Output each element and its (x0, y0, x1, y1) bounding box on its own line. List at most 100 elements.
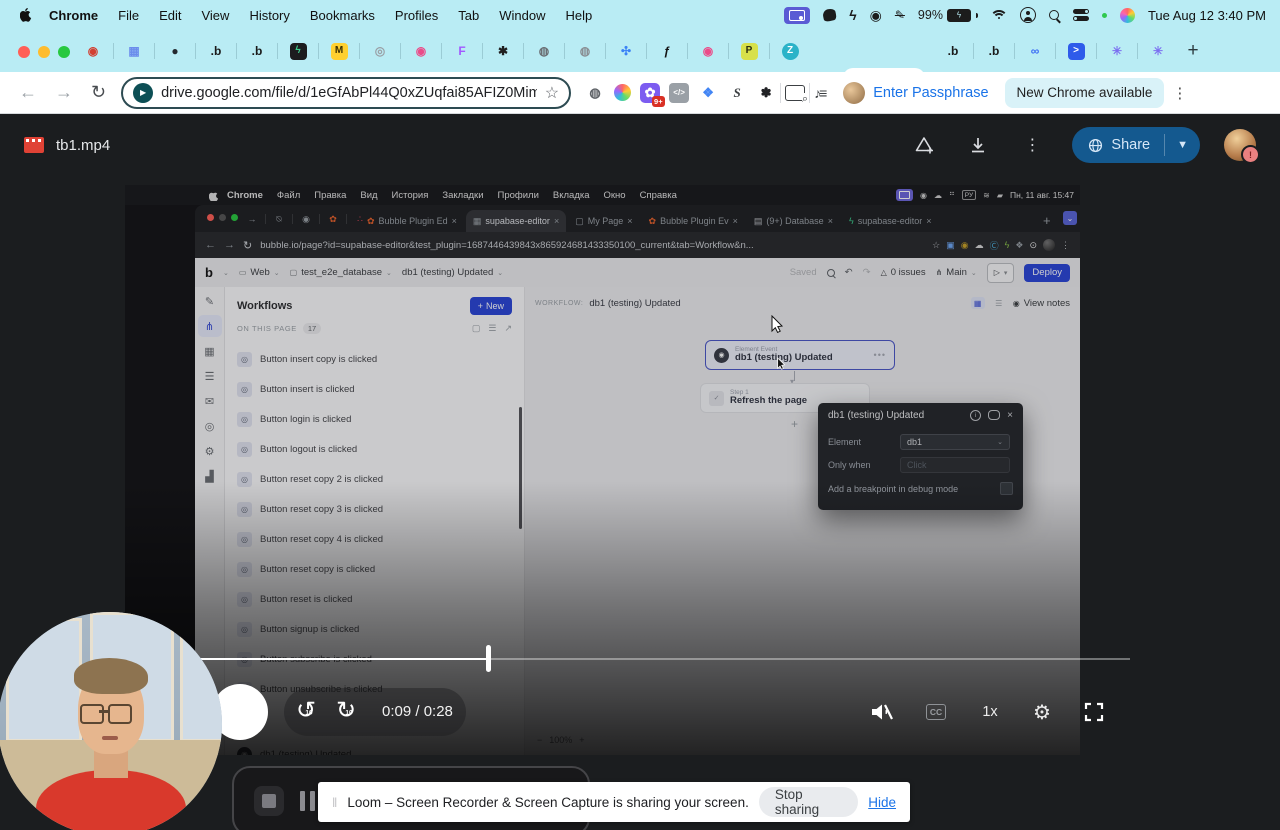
reading-list-icon[interactable]: ♪≡ (814, 85, 827, 101)
p-badge-tab[interactable]: P (734, 36, 764, 66)
inner-menu-item[interactable]: Окно (597, 190, 633, 201)
menu-item-view[interactable]: View (191, 8, 239, 23)
workflow-list-item[interactable]: ◎ Button reset copy 4 is clicked (225, 524, 524, 554)
inner-tab-close-icon[interactable]: × (554, 216, 559, 226)
event-node[interactable]: ◉ Element Event db1 (testing) Updated ••… (705, 340, 895, 370)
download-icon[interactable] (958, 125, 998, 165)
workflow-icon[interactable]: ⋔ (197, 315, 222, 337)
new-workflow-button[interactable]: + New (469, 297, 512, 315)
miro-tab[interactable]: M (324, 36, 354, 66)
menu-item-bookmarks[interactable]: Bookmarks (300, 8, 385, 23)
stop-recording-button[interactable] (254, 786, 284, 816)
webcam-overlay[interactable] (0, 612, 222, 830)
chrome-menu-icon[interactable]: ⋮ (1172, 84, 1187, 102)
inner-close-button[interactable] (207, 214, 214, 221)
zapier-tab[interactable]: Z (775, 36, 805, 66)
screen-search-icon[interactable] (785, 84, 809, 106)
kangaroo-app-icon[interactable] (822, 7, 838, 23)
workflow-list-item[interactable]: ◎ Button logout is clicked (225, 434, 524, 464)
inner-url-text[interactable]: bubble.io/page?id=supabase-editor&test_p… (260, 240, 924, 251)
inner-menu-item[interactable]: Справка (633, 190, 684, 201)
add-step-icon[interactable]: + (791, 417, 798, 431)
issues-indicator[interactable]: △ 0 issues (881, 267, 926, 278)
workflow-list-item[interactable]: ◎ Button reset copy is clicked (225, 554, 524, 584)
inner-tab[interactable]: ▤ (9+) Database × (747, 210, 840, 232)
asterisk-tab-2[interactable]: ✳ (1143, 36, 1173, 66)
video-frame[interactable]: Chrome Файл Правка Вид История Закладки Профил… (125, 185, 1080, 755)
inner-menu-item[interactable]: Chrome (220, 190, 270, 201)
inner-menu-item[interactable]: Файл (270, 190, 307, 201)
info-icon[interactable]: i (970, 409, 982, 421)
github-tab[interactable]: ● (160, 36, 190, 66)
progress-handle[interactable] (486, 645, 491, 672)
bolt-icon[interactable]: ϟ (849, 7, 856, 23)
canvas-zoom-control[interactable]: − 100% + (537, 735, 585, 745)
rainbow-ext-icon[interactable] (614, 84, 632, 101)
node-more-icon[interactable]: ••• (874, 350, 886, 360)
settings-icon[interactable]: ⚙ (198, 440, 222, 462)
bubble-tab[interactable]: .b (201, 36, 231, 66)
event-properties-popup[interactable]: db1 (testing) Updated i × Element db1⌄ (818, 403, 1023, 510)
supabase-tab[interactable]: ϟ (283, 36, 313, 66)
code-ext-icon[interactable]: </> (669, 82, 690, 103)
zoom-in-icon[interactable]: + (579, 735, 584, 745)
rewind-10-button[interactable]: ↺ 10 (296, 698, 322, 724)
workflow-list-item[interactable]: ◎ Button reset is clicked (225, 584, 524, 614)
code-tab[interactable]: > (1061, 36, 1091, 66)
inner-menu-item[interactable]: Вкладка (546, 190, 597, 201)
workflow-list-item[interactable]: ◎ Button reset copy 2 is clicked (225, 464, 524, 494)
zoom-out-icon[interactable]: − (537, 735, 542, 745)
control-center-icon[interactable] (1072, 8, 1089, 22)
preview-button[interactable]: ▷ ▾ (986, 262, 1015, 283)
inner-tab-close-icon[interactable]: × (452, 216, 457, 226)
fullscreen-icon[interactable] (1080, 698, 1108, 726)
inner-pinned-tab[interactable]: → (241, 214, 263, 224)
menu-item-help[interactable]: Help (556, 8, 603, 23)
back-button[interactable]: ← (10, 82, 46, 103)
breakpoint-checkbox[interactable] (1000, 482, 1013, 495)
spotlight-icon[interactable] (1048, 9, 1060, 21)
grid-view-icon[interactable]: ▦ (970, 297, 985, 309)
account-avatar[interactable]: ! (1224, 129, 1260, 164)
pause-recording-button[interactable] (300, 791, 315, 811)
panel-icons[interactable]: ▢ ☰ ↗ (472, 323, 512, 334)
playback-speed-button[interactable]: 1x (976, 698, 1004, 726)
inner-tab[interactable]: ▦ supabase-editor × (465, 210, 567, 232)
chat-icon[interactable]: ✉ (198, 390, 222, 412)
wifi-icon[interactable] (989, 9, 1008, 21)
bubble-tab-3[interactable]: .b (938, 36, 968, 66)
inner-tab-search-icon[interactable]: ⌄ (1063, 211, 1077, 225)
chip-tab[interactable]: ▦ (119, 36, 149, 66)
pencil-off-icon[interactable]: ✎ (895, 8, 905, 22)
env-dropdown[interactable]: ▭ Web ⌄ (239, 267, 280, 278)
bubble-logo[interactable]: b (205, 265, 213, 280)
enter-passphrase-button[interactable]: Enter Passphrase (843, 81, 989, 104)
inner-menu-item[interactable]: Профили (491, 190, 546, 201)
menu-item-history[interactable]: History (239, 8, 299, 23)
inner-tab[interactable]: ✿ Bubble Plugin Ed × (360, 210, 464, 232)
undo-icon[interactable]: ↶ (845, 267, 853, 278)
meta-tab[interactable]: ∞ (1020, 36, 1050, 66)
menu-item-edit[interactable]: Edit (149, 8, 191, 23)
bubble-tab-4[interactable]: .b (979, 36, 1009, 66)
inner-menu-item[interactable]: Вид (353, 190, 384, 201)
inner-tab-close-icon[interactable]: × (828, 216, 833, 226)
inner-new-tab-button[interactable]: + (1043, 213, 1051, 228)
bookmark-star-icon[interactable]: ☆ (545, 83, 559, 103)
gpt-ext-icon[interactable]: ✽ (756, 83, 776, 103)
figma-tab[interactable]: F (447, 36, 477, 66)
inner-tab[interactable]: ▢ My Page × (568, 210, 639, 232)
workflow-list-item[interactable]: ◎ Button login is clicked (225, 404, 524, 434)
inner-minimize-button[interactable] (219, 214, 226, 221)
deploy-button[interactable]: Deploy (1024, 263, 1070, 282)
inner-zoom-button[interactable] (231, 214, 238, 221)
share-button[interactable]: Share ▼ (1072, 127, 1200, 163)
dribbble-tab-2[interactable]: ◉ (693, 36, 723, 66)
recording-tab[interactable]: ◉ (78, 36, 108, 66)
captions-button[interactable]: CC (922, 698, 950, 726)
plugin-badge-ext-icon[interactable]: ✿ 9+ (640, 82, 666, 107)
minimize-window-button[interactable] (38, 46, 50, 58)
mute-icon[interactable] (868, 698, 896, 726)
workflow-list-item[interactable]: ◎ Button signup is clicked (225, 614, 524, 644)
new-chrome-available-button[interactable]: New Chrome available (1004, 77, 1165, 108)
